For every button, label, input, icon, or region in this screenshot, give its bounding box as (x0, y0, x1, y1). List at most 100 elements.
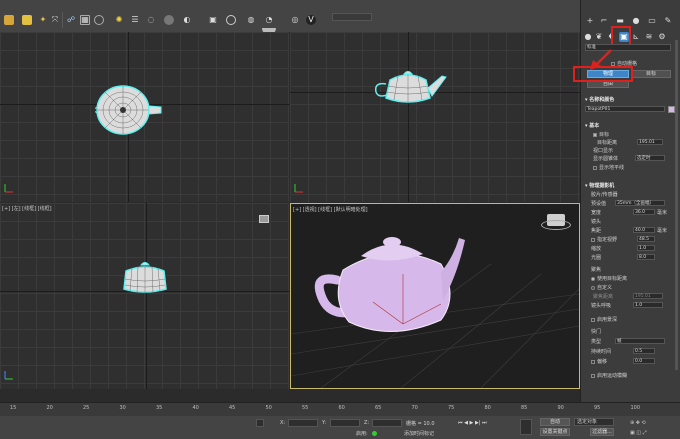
utilities-tab-icon[interactable]: ✎ (663, 16, 673, 26)
timeline-tick-label: 55 (302, 405, 309, 411)
move-icon[interactable]: ⤧ (50, 15, 60, 25)
teapot-top-view[interactable] (95, 80, 165, 140)
section-title: 名称和颜色 (589, 97, 615, 103)
color-icon[interactable]: ◌ (146, 15, 156, 25)
fov-label: 指定视野 (597, 237, 618, 243)
fov-field[interactable]: 48.5 (637, 236, 655, 242)
viewport-top[interactable] (0, 32, 289, 202)
object-color-swatch[interactable] (668, 106, 675, 113)
width-field[interactable]: 36.0 (633, 209, 655, 215)
viewport-perspective[interactable]: [+] [透视] [线框] [默认明暗处理] (290, 203, 580, 389)
lens-breathing-field[interactable]: 1.0 (633, 302, 663, 308)
auto-key-button[interactable]: 自动 (540, 418, 570, 426)
lock-selection-icon[interactable] (256, 419, 264, 427)
timeline-tick-label: 60 (338, 405, 345, 411)
z-field[interactable] (372, 419, 402, 427)
y-field[interactable] (330, 419, 360, 427)
fov-checkbox[interactable]: 指定视野 (591, 236, 672, 243)
timeline-tick-label: 35 (156, 405, 163, 411)
geometry-icon[interactable]: ● (583, 32, 593, 42)
viewport-navigation-icons-2[interactable]: ▣ ◫ ⤢ (630, 430, 647, 436)
show-cone-dropdown[interactable]: 选定时 (635, 155, 665, 161)
render-setup-icon[interactable]: ◐ (182, 15, 192, 25)
selection-icon[interactable]: ✦ (38, 15, 48, 25)
use-target-radio[interactable]: 使用目标距离 (591, 275, 672, 282)
selection-dropdown[interactable]: 选定对象 (574, 418, 614, 426)
zoom-label: 缩放 (591, 246, 602, 252)
offset-field[interactable]: 0.0 (633, 358, 655, 364)
type-dropdown[interactable]: 帧 (615, 338, 665, 344)
enabled-indicator[interactable] (372, 431, 377, 436)
motion-tab-icon[interactable]: ● (631, 16, 641, 26)
axis-gizmo (4, 184, 13, 193)
timeline[interactable]: 15 20 25 30 35 40 45 50 55 60 65 70 75 80 85 90 95 100 (0, 402, 680, 416)
teapot-icon[interactable] (164, 15, 174, 25)
teapot-front-view[interactable] (372, 68, 450, 108)
duration-label: 持续时间 (591, 349, 612, 355)
section-physical-camera[interactable]: ▾ 物理摄影机 (585, 182, 672, 189)
camera-icon[interactable] (94, 15, 104, 25)
viewcube-ring[interactable] (541, 220, 571, 230)
object-name-field[interactable]: TeapotP01 (585, 106, 665, 112)
systems-icon[interactable]: ⚙ (657, 32, 667, 42)
timeline-tick-label: 85 (521, 405, 528, 411)
target-distance-field[interactable]: 195.01 (637, 139, 663, 145)
focus-distance-field[interactable]: 195.01 (633, 293, 663, 299)
set-key-button[interactable]: 设置关键点 (540, 428, 570, 436)
material-icon[interactable]: ▦ (80, 15, 90, 25)
viewport-left[interactable]: [+] [左] [线框] [线框] (0, 203, 289, 389)
hierarchy-tab-icon[interactable]: ▬ (615, 16, 625, 26)
display-tab-icon[interactable]: ▭ (647, 16, 657, 26)
scale-icon[interactable]: ☍ (66, 15, 76, 25)
sun-icon[interactable]: ✺ (114, 15, 124, 25)
viewport-navigation-icons[interactable]: ⊕ ✥ ⟲ (630, 420, 646, 426)
target-checkbox[interactable]: 目标 (593, 131, 672, 138)
duration-field[interactable]: 0.5 (633, 348, 655, 354)
shutter-section-label: 快门 (591, 329, 602, 335)
modify-tab-icon[interactable]: ⌐ (599, 16, 609, 26)
panel-scrollbar[interactable] (675, 40, 678, 370)
spacewarps-icon[interactable]: ≋ (644, 32, 654, 42)
helpers-icon[interactable]: ⊾ (631, 32, 641, 42)
teapot-left-view[interactable] (120, 261, 170, 295)
custom-radio[interactable]: 自定义 (591, 284, 672, 291)
light-icon[interactable] (22, 15, 32, 25)
preset-dropdown[interactable]: 35mm（全画幅） (615, 200, 665, 206)
show-horizon-checkbox[interactable]: 显示地平线 (593, 164, 672, 171)
x-field[interactable] (288, 419, 318, 427)
section-name-color[interactable]: ▾ 名称和颜色 (585, 96, 672, 103)
settings-icon[interactable]: ◎ (290, 15, 300, 25)
focal-field[interactable]: 40.0 (633, 227, 655, 233)
render-icon[interactable]: ☰ (130, 15, 140, 25)
target-camera-button[interactable]: 目标 (631, 70, 671, 78)
command-panel: + ⌐ ▬ ● ▭ ✎ ● ❦ ♦ ▣ ⊾ ≋ ⚙ 标准 自动栅格 物理 目标 … (573, 0, 680, 402)
aperture-field[interactable]: 8.0 (637, 254, 655, 260)
x-label: X: (280, 420, 286, 426)
motion-blur-checkbox[interactable]: 启用运动模糊 (591, 372, 672, 379)
workspace-dropdown[interactable] (332, 13, 372, 21)
viewport-icon[interactable]: ◔ (264, 15, 274, 25)
render-frame-icon[interactable]: ▣ (208, 15, 218, 25)
viewport-front[interactable] (290, 32, 580, 202)
section-basic[interactable]: ▾ 基本 (585, 122, 672, 129)
offset-checkbox[interactable]: 偏移 (591, 358, 672, 365)
timeline-tick-label: 70 (411, 405, 418, 411)
add-time-tag[interactable]: 添加时间标记 (404, 430, 434, 437)
viewport-label[interactable]: [+] [左] [线框] [线框] (2, 205, 52, 212)
viewcube[interactable] (259, 215, 269, 223)
enable-dof-checkbox[interactable]: 启用景深 (591, 316, 672, 323)
create-tab-icon[interactable]: + (585, 16, 595, 26)
timeline-tick-label: 30 (119, 405, 126, 411)
section-title: 基本 (589, 123, 600, 129)
teapot-shaded[interactable] (314, 237, 465, 332)
render-production-icon[interactable] (226, 15, 236, 25)
zoom-field[interactable]: 1.0 (637, 245, 655, 251)
key-icon[interactable] (520, 419, 532, 435)
viewport-display-label: 视口显示 (593, 148, 614, 154)
playback-controls[interactable]: ⏮ ◀ ▶ ▶| ⏭ (458, 420, 487, 426)
key-filters-button[interactable]: 过滤器... (590, 428, 614, 436)
shapes-icon[interactable]: ❦ (594, 32, 604, 42)
create-icon[interactable] (4, 15, 14, 25)
vray-icon[interactable]: V (306, 15, 316, 25)
lock-icon[interactable]: ◍ (246, 15, 256, 25)
